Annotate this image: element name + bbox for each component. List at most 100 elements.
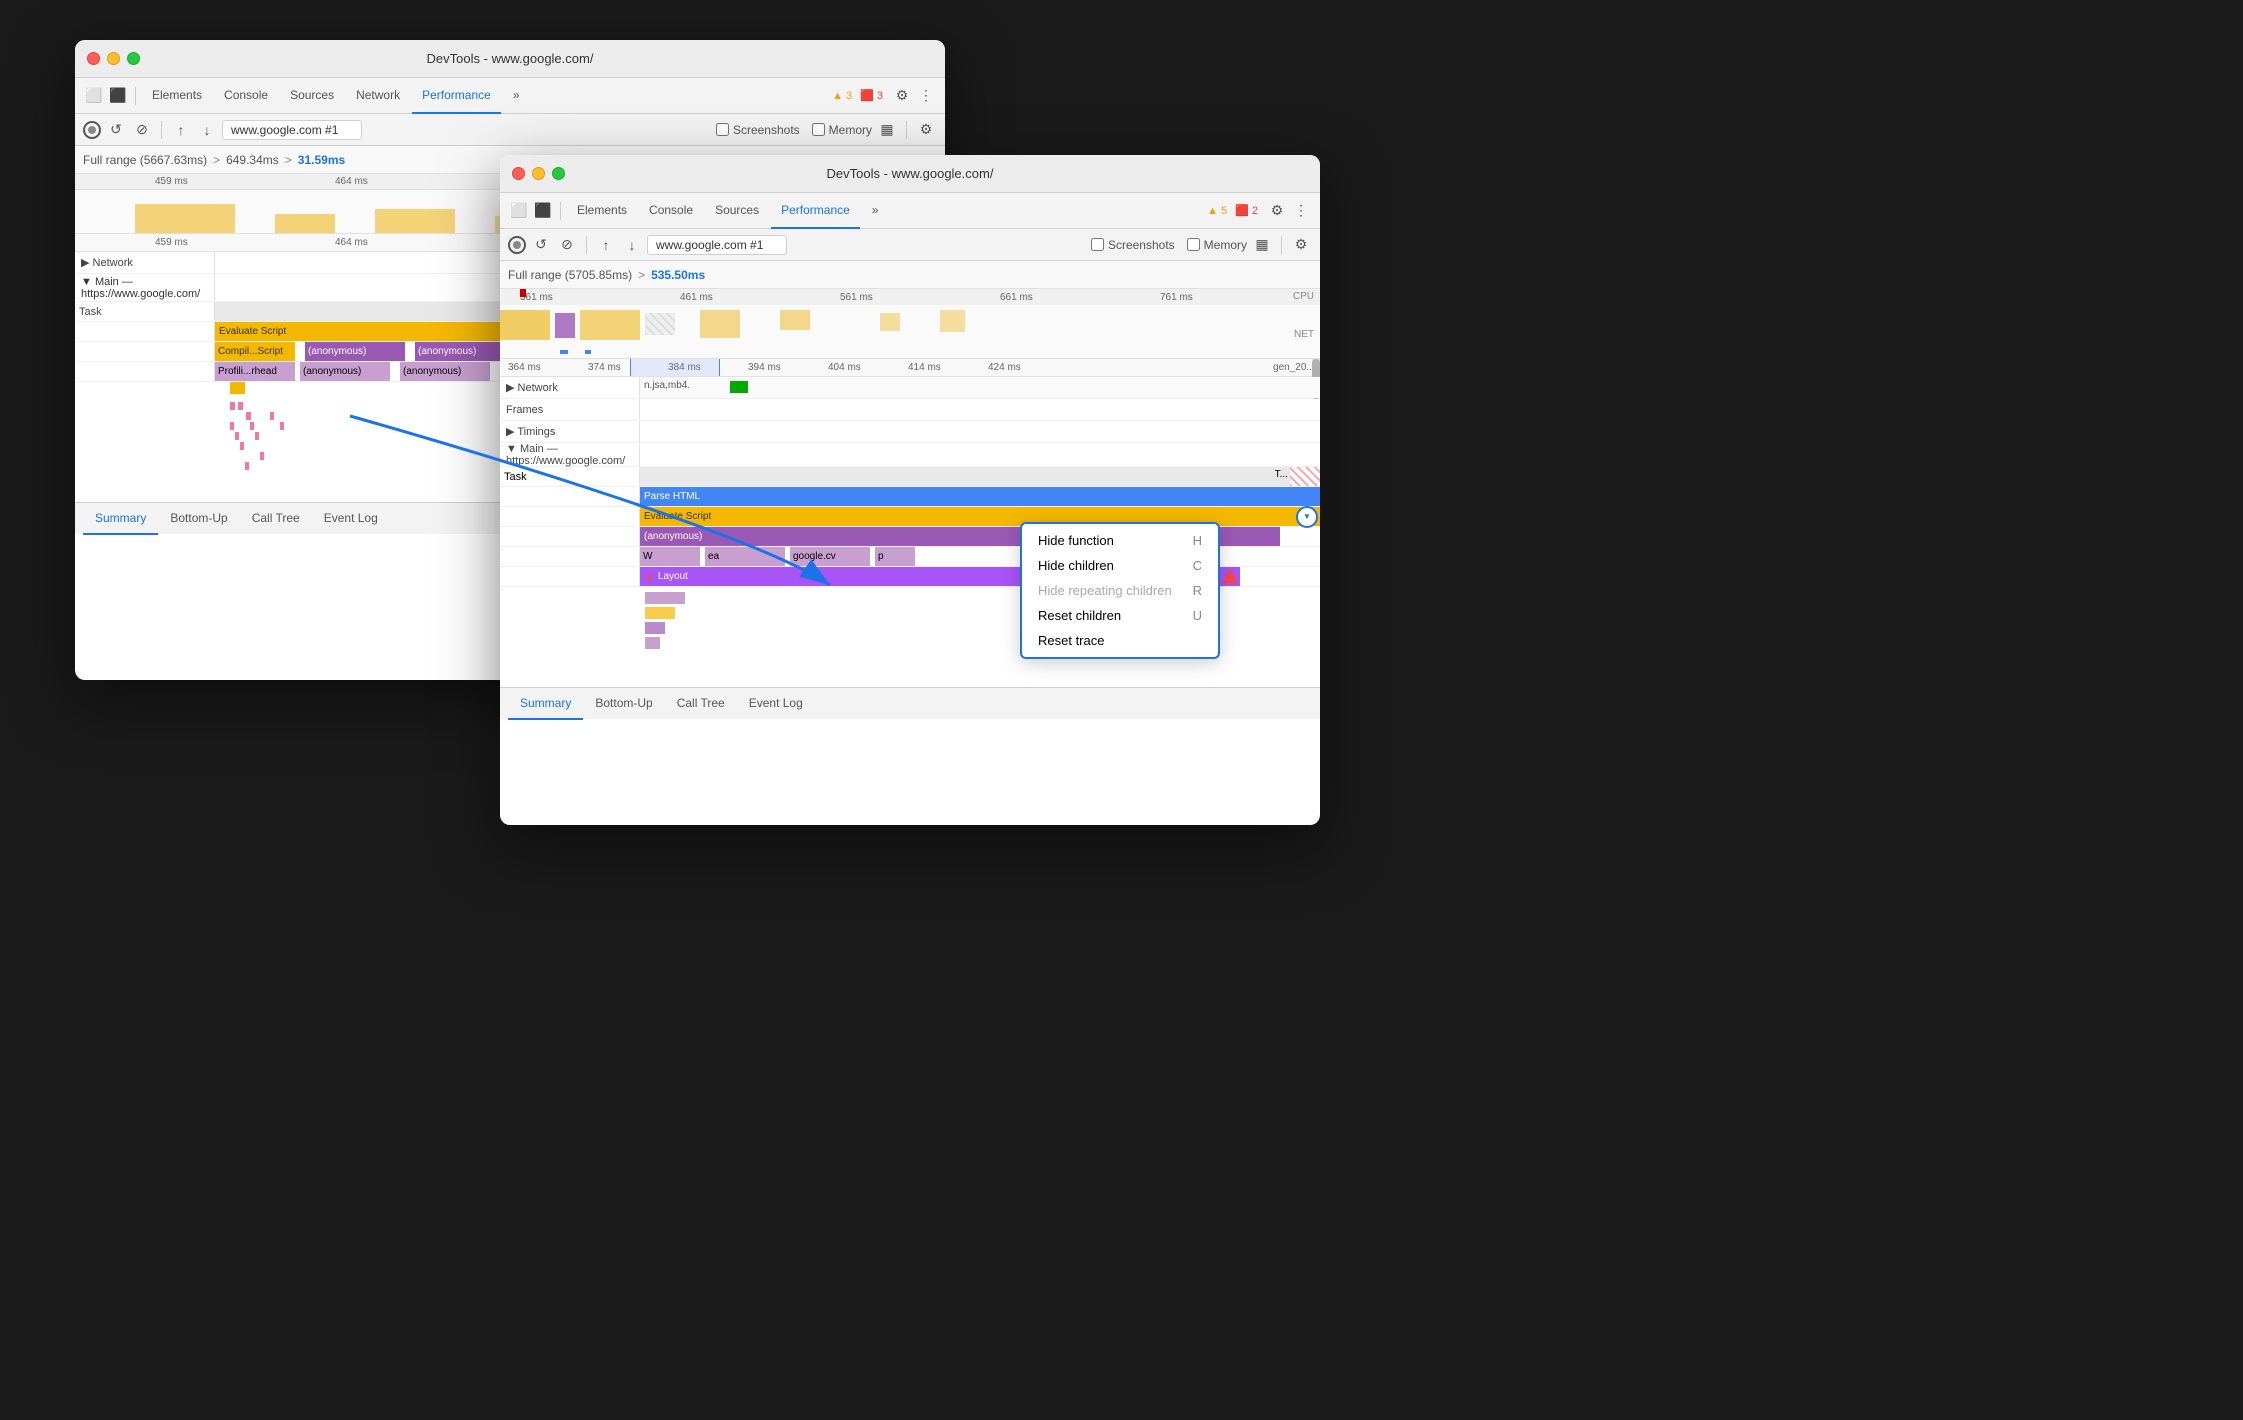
front-tab-sources[interactable]: Sources <box>705 193 769 229</box>
back-tab-call-tree[interactable]: Call Tree <box>240 503 312 535</box>
back-record-button[interactable] <box>83 121 101 139</box>
front-window-title: DevTools - www.google.com/ <box>827 166 994 181</box>
back-tab-event-log[interactable]: Event Log <box>312 503 390 535</box>
front-layout-spacer <box>500 567 640 586</box>
back-traffic-lights <box>87 52 140 65</box>
back-upload-icon[interactable]: ↑ <box>170 119 192 141</box>
front-clear-icon[interactable]: ⊘ <box>556 234 578 256</box>
back-minimize-button[interactable] <box>107 52 120 65</box>
back-title-bar: DevTools - www.google.com/ <box>75 40 945 78</box>
back-settings2-icon[interactable]: ⚙ <box>915 119 937 141</box>
front-extra2 <box>645 607 675 619</box>
front-settings-icon[interactable]: ⚙ <box>1266 200 1288 222</box>
front-cpu-area: NET <box>500 305 1320 345</box>
context-hide-repeating: Hide repeating children R <box>1022 578 1218 603</box>
back-screenshots-checkbox[interactable]: Screenshots <box>716 123 800 137</box>
back-more-icon[interactable]: ⋮ <box>915 85 937 107</box>
front-main-time-394: 394 ms <box>748 362 781 373</box>
front-tab-summary[interactable]: Summary <box>508 688 583 720</box>
back-download-icon[interactable]: ↓ <box>196 119 218 141</box>
front-timings-content <box>640 421 1320 442</box>
front-network-header[interactable]: ▶ Network <box>500 377 640 398</box>
back-profili-bar: Profili...rhead <box>215 362 295 381</box>
context-reset-trace[interactable]: Reset trace <box>1022 628 1218 653</box>
front-download-icon[interactable]: ↓ <box>621 234 643 256</box>
front-p-bar: p <box>875 547 915 566</box>
back-memory-icon[interactable]: ▦ <box>876 119 898 141</box>
front-memory-icon[interactable]: ▦ <box>1251 234 1273 256</box>
front-tab-event-log[interactable]: Event Log <box>737 688 815 720</box>
back-inspect-icon[interactable]: ⬛ <box>107 85 129 107</box>
front-network-track: ▶ Network n.jsa,mb4. <box>500 377 1320 399</box>
back-tab-console[interactable]: Console <box>214 78 278 114</box>
back-settings-icon[interactable]: ⚙ <box>891 85 913 107</box>
front-maximize-button[interactable] <box>552 167 565 180</box>
front-dropdown-button[interactable] <box>1296 506 1318 528</box>
back-tab-more[interactable]: » <box>503 78 530 114</box>
back-compil-spacer <box>75 342 215 361</box>
back-profili-anon2-bar: (anonymous) <box>400 362 490 381</box>
front-network-content: n.jsa,mb4. <box>640 377 1320 398</box>
front-minimize-button[interactable] <box>532 167 545 180</box>
context-hide-children[interactable]: Hide children C <box>1022 553 1218 578</box>
front-record-button[interactable] <box>508 236 526 254</box>
back-memory-checkbox[interactable]: Memory <box>812 123 872 137</box>
back-maximize-button[interactable] <box>127 52 140 65</box>
front-url-field[interactable]: www.google.com #1 <box>647 235 787 255</box>
front-time-661: 661 ms <box>1000 292 1033 303</box>
back-tab-sources[interactable]: Sources <box>280 78 344 114</box>
back-yellow1 <box>230 382 245 394</box>
front-screenshots-checkbox[interactable]: Screenshots <box>1091 238 1175 252</box>
back-clear-icon[interactable]: ⊘ <box>131 119 153 141</box>
back-range-arrow1: > <box>213 153 220 167</box>
back-tab-bottom-up[interactable]: Bottom-Up <box>158 503 239 535</box>
context-reset-children[interactable]: Reset children U <box>1022 603 1218 628</box>
back-tab-elements[interactable]: Elements <box>142 78 212 114</box>
back-reload-icon[interactable]: ↺ <box>105 119 127 141</box>
front-extra4 <box>645 637 660 649</box>
back-tab-performance[interactable]: Performance <box>412 78 501 114</box>
back-tab-summary[interactable]: Summary <box>83 503 158 535</box>
front-tab-elements[interactable]: Elements <box>567 193 637 229</box>
front-main-time-414: 414 ms <box>908 362 941 373</box>
front-settings2-icon[interactable]: ⚙ <box>1290 234 1312 256</box>
front-inspect-icon[interactable]: ⬛ <box>532 200 554 222</box>
front-close-button[interactable] <box>512 167 525 180</box>
front-context-menu: Hide function H Hide children C Hide rep… <box>1020 522 1220 659</box>
back-time2-464: 464 ms <box>335 237 368 248</box>
front-more-icon[interactable]: ⋮ <box>1290 200 1312 222</box>
context-hide-function[interactable]: Hide function H <box>1022 528 1218 553</box>
front-frames-header[interactable]: Frames <box>500 399 640 420</box>
front-tab-call-tree[interactable]: Call Tree <box>665 688 737 720</box>
front-time-461: 461 ms <box>680 292 713 303</box>
back-network-header[interactable]: ▶ Network <box>75 252 215 273</box>
front-evaluate-dropdown[interactable] <box>1296 507 1318 526</box>
front-record-sep2 <box>1281 236 1282 254</box>
back-close-button[interactable] <box>87 52 100 65</box>
front-scrollbar-track[interactable] <box>1312 359 1320 376</box>
front-tab-bottom-up[interactable]: Bottom-Up <box>583 688 664 720</box>
front-googlecv-bar: google.cv <box>790 547 870 566</box>
front-tab-console[interactable]: Console <box>639 193 703 229</box>
front-tab-performance[interactable]: Performance <box>771 193 860 229</box>
front-w-bar: W <box>640 547 700 566</box>
back-url-field[interactable]: www.google.com #1 <box>222 120 362 140</box>
front-memory-checkbox[interactable]: Memory <box>1187 238 1247 252</box>
front-cursor-icon[interactable]: ⬜ <box>508 200 530 222</box>
front-w-spacer <box>500 547 640 566</box>
front-anon-spacer <box>500 527 640 546</box>
front-reload-icon[interactable]: ↺ <box>530 234 552 256</box>
front-record-bar: ↺ ⊘ ↑ ↓ www.google.com #1 Screenshots Me… <box>500 229 1320 261</box>
front-parse-spacer <box>500 487 640 506</box>
front-toolbar-separator <box>560 202 561 220</box>
back-range-arrow2: > <box>285 153 292 167</box>
front-full-range: Full range (5705.85ms) <box>508 268 632 282</box>
back-tab-network[interactable]: Network <box>346 78 410 114</box>
front-red-marker <box>520 289 526 297</box>
front-timings-header[interactable]: ▶ Timings <box>500 421 640 442</box>
front-tab-more[interactable]: » <box>862 193 889 229</box>
front-upload-icon[interactable]: ↑ <box>595 234 617 256</box>
back-cursor-icon[interactable]: ⬜ <box>83 85 105 107</box>
front-main-section-content <box>640 443 1320 466</box>
back-time2-459: 459 ms <box>155 237 188 248</box>
